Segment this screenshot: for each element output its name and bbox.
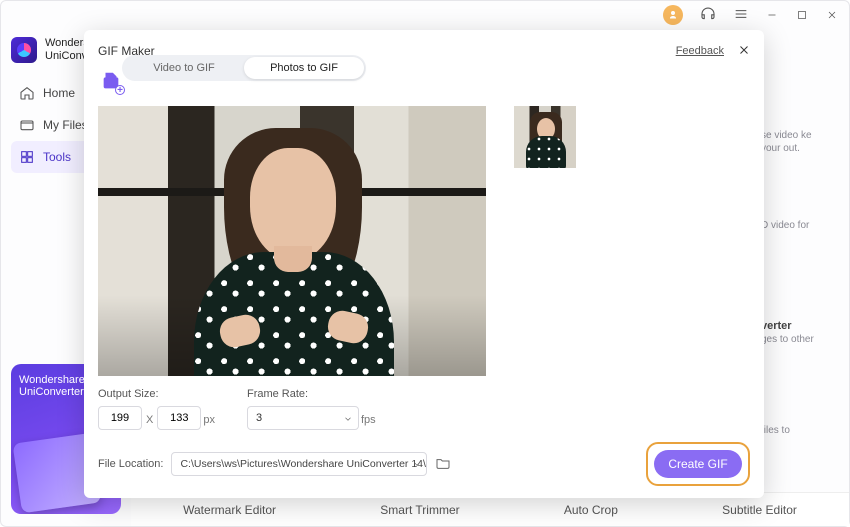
thumbnail-list	[514, 106, 750, 442]
sidebar-item-label: Home	[43, 86, 75, 100]
tool-link-subtitle-editor[interactable]: Subtitle Editor	[722, 503, 797, 517]
chevron-down-icon	[412, 459, 422, 472]
brand-logo	[11, 37, 37, 63]
frame-rate-label: Frame Rate:	[247, 388, 382, 400]
create-gif-button[interactable]: Create GIF	[654, 450, 742, 478]
feedback-link[interactable]: Feedback	[676, 45, 724, 57]
tab-photos-to-gif[interactable]: Photos to GIF	[244, 57, 364, 79]
support-icon[interactable]	[699, 5, 717, 26]
output-size-label: Output Size:	[98, 388, 221, 400]
close-icon[interactable]	[738, 44, 750, 59]
mode-segmented: Video to GIF Photos to GIF	[122, 55, 366, 81]
add-media-button[interactable]: +	[100, 70, 122, 92]
modal-footer: File Location: C:\Users\ws\Pictures\Wond…	[98, 442, 750, 486]
promo-line2: UniConverter	[19, 386, 113, 398]
gif-maker-modal: GIF Maker Feedback + Video to GIF Photos…	[84, 30, 764, 498]
sidebar-item-label: Tools	[43, 150, 71, 164]
file-location-select[interactable]: C:\Users\ws\Pictures\Wondershare UniConv…	[171, 452, 427, 476]
sidebar-item-label: My Files	[43, 118, 88, 132]
bg-card-snippet: se video ke your out.	[761, 129, 831, 155]
menu-icon[interactable]	[733, 6, 749, 25]
promo-line1: Wondershare	[19, 374, 113, 386]
create-gif-highlight: Create GIF	[646, 442, 750, 486]
work-area: Output Size: X px Frame Rate:	[98, 106, 750, 442]
tool-link-watermark[interactable]: Watermark Editor	[183, 503, 276, 517]
bg-card-body: ges to other	[761, 334, 814, 345]
output-controls: Output Size: X px Frame Rate:	[98, 388, 486, 430]
bg-card-snippet: D video for	[761, 219, 831, 232]
maximize-button[interactable]	[795, 8, 809, 22]
open-folder-button[interactable]	[435, 455, 451, 474]
account-avatar[interactable]	[663, 5, 683, 25]
close-window-button[interactable]	[825, 8, 839, 22]
times-label: X	[142, 414, 157, 430]
frame-rate-group: Frame Rate: fps	[247, 388, 382, 430]
minimize-button[interactable]	[765, 8, 779, 22]
px-unit: px	[201, 414, 221, 430]
file-location-label: File Location:	[98, 458, 163, 470]
preview-image[interactable]	[98, 106, 486, 376]
output-width-input[interactable]	[98, 406, 142, 430]
tool-link-auto-crop[interactable]: Auto Crop	[564, 503, 618, 517]
bg-card-snippet: verter ges to other	[761, 319, 831, 346]
thumbnail-item[interactable]	[514, 106, 576, 168]
titlebar	[1, 1, 849, 29]
plus-icon: +	[115, 85, 125, 95]
file-location-value: C:\Users\ws\Pictures\Wondershare UniConv…	[180, 458, 427, 470]
tool-link-smart-trimmer[interactable]: Smart Trimmer	[380, 503, 459, 517]
tab-video-to-gif[interactable]: Video to GIF	[124, 57, 244, 79]
output-height-input[interactable]	[157, 406, 201, 430]
output-size-group: Output Size: X px	[98, 388, 221, 430]
bg-card-snippet: files to	[761, 424, 831, 437]
bg-card-title: verter	[761, 320, 792, 332]
frame-rate-select[interactable]	[247, 406, 359, 430]
fps-unit: fps	[359, 414, 382, 430]
